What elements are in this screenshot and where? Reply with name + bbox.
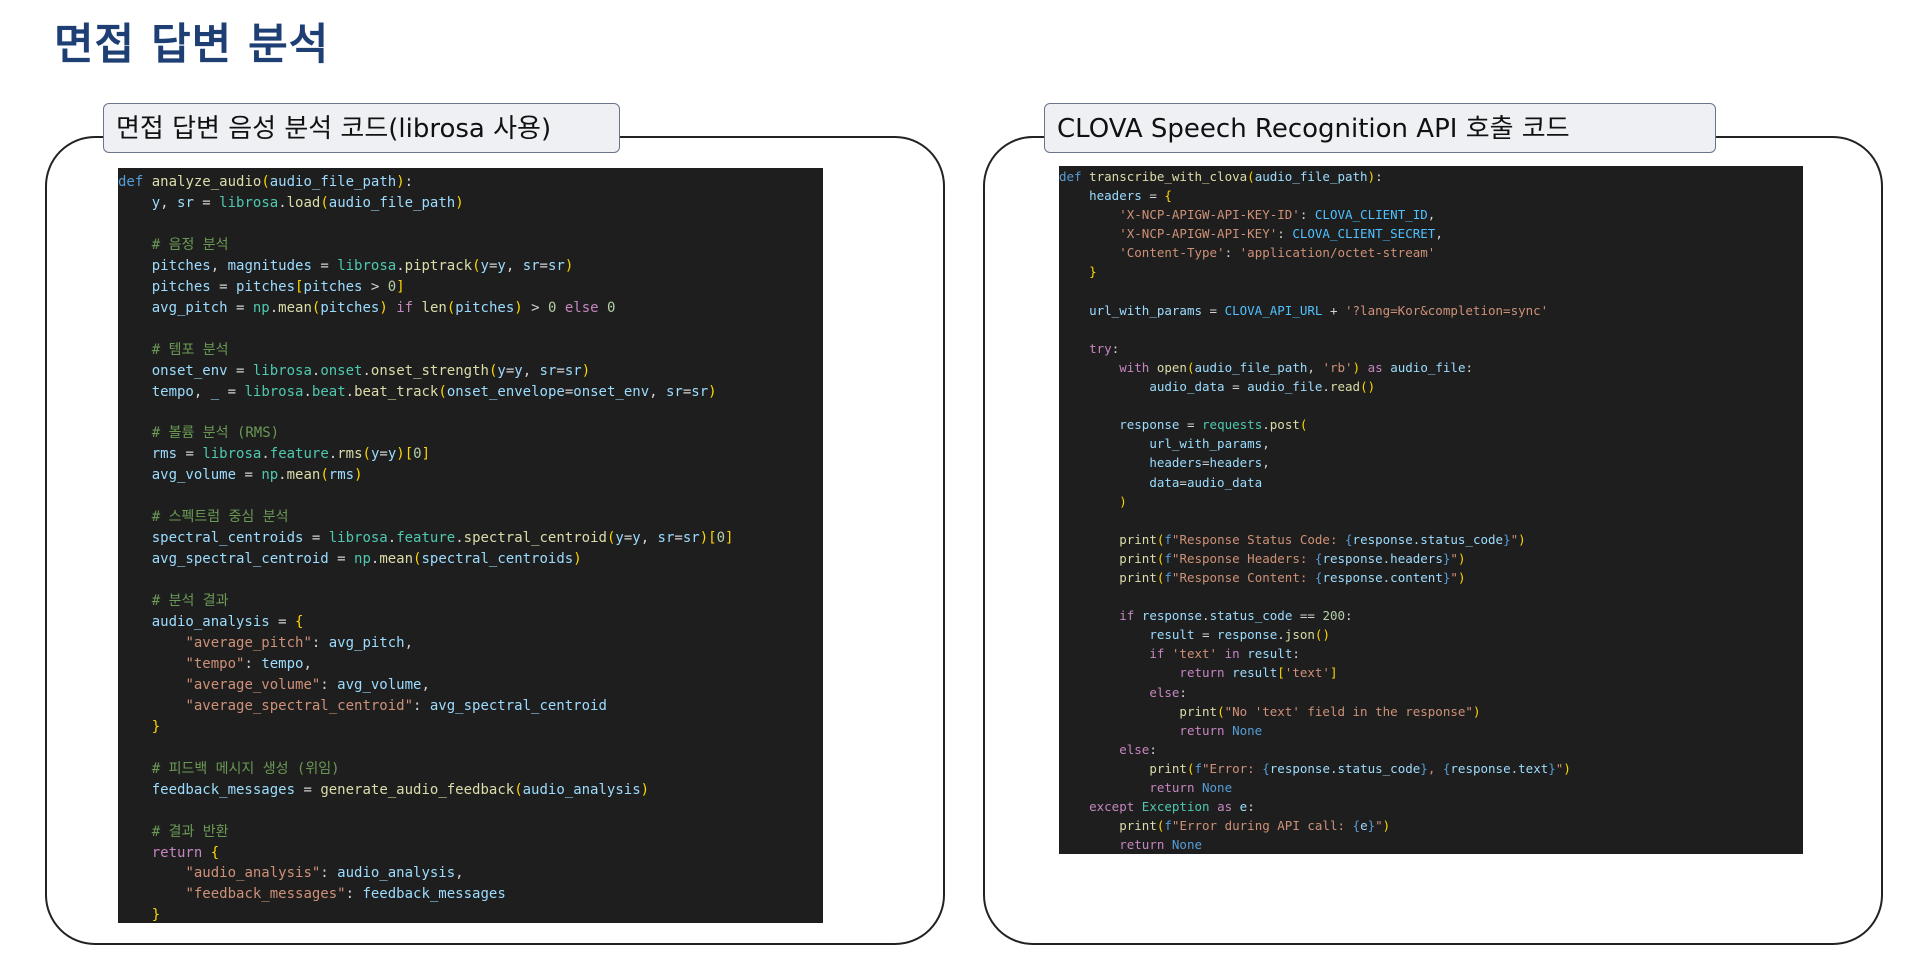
clova-code-line: print("No 'text' field in the response")	[1179, 703, 1481, 719]
clova-code-line: print(f"Response Content: {response.cont…	[1119, 569, 1466, 585]
clova-code-line: if 'text' in result:	[1149, 646, 1300, 662]
librosa-code-block: def analyze_audio(audio_file_path): y, s…	[118, 168, 823, 923]
librosa-code-line: # 결과 반환	[151, 823, 229, 840]
librosa-code-line: "feedback_messages": feedback_messages	[185, 886, 506, 903]
librosa-code-line: # 템포 분석	[151, 341, 229, 358]
clova-code-line: headers = {	[1089, 188, 1172, 204]
librosa-code-line: return {	[151, 844, 220, 861]
librosa-code-line: }	[151, 718, 161, 735]
librosa-code-line: # 분석 결과	[151, 593, 229, 610]
clova-code-line: }	[1089, 264, 1097, 280]
clova-code-block: def transcribe_with_clova(audio_file_pat…	[1059, 166, 1803, 854]
clova-code-line: )	[1119, 493, 1127, 509]
clova-code-line: result = response.json()	[1149, 627, 1330, 643]
clova-panel-label: CLOVA Speech Recognition API 호출 코드	[1044, 103, 1716, 153]
librosa-code-line: ​	[118, 570, 823, 591]
clova-code-line: return None	[1149, 780, 1233, 795]
clova-code-line: ​	[1059, 511, 1803, 530]
librosa-code-line: avg_volume = np.mean(rms)	[151, 467, 363, 484]
clova-code-line: response = requests.post(	[1119, 417, 1308, 433]
librosa-code-line: avg_pitch = np.mean(pitches) if len(pitc…	[151, 299, 616, 316]
librosa-code-line: feedback_messages = generate_audio_feedb…	[151, 781, 650, 798]
librosa-code-line: audio_analysis = {	[151, 614, 304, 631]
clova-code-line: print(f"Error during API call: {e}")	[1119, 818, 1391, 834]
clova-code-line: print(f"Error: {response.status_code}, {…	[1149, 760, 1571, 776]
clova-code-line: return result['text']	[1179, 665, 1338, 681]
page-title: 면접 답변 분석	[54, 20, 330, 70]
clova-code-line: return None	[1179, 722, 1263, 738]
librosa-code-line: onset_env = librosa.onset.onset_strength…	[151, 362, 591, 379]
clova-code-line: 'X-NCP-APIGW-API-KEY-ID': CLOVA_CLIENT_I…	[1119, 207, 1436, 223]
librosa-code-line: pitches, magnitudes = librosa.piptrack(y…	[151, 257, 574, 274]
librosa-code-line: spectral_centroids = librosa.feature.spe…	[151, 530, 734, 547]
librosa-code-line: rms = librosa.feature.rms(y=y)[0]	[151, 446, 431, 463]
librosa-code-line: }	[151, 907, 161, 923]
librosa-code-line: # 볼륨 분석 (RMS)	[151, 425, 280, 442]
librosa-code-line: ​	[118, 402, 823, 423]
clova-code-line: ​	[1059, 282, 1803, 301]
librosa-code-line: y, sr = librosa.load(audio_file_path)	[151, 194, 464, 211]
clova-code-line: if response.status_code == 200:	[1119, 608, 1353, 624]
librosa-code-line: tempo, _ = librosa.beat.beat_track(onset…	[151, 383, 717, 400]
librosa-code-line: "tempo": tempo,	[185, 655, 312, 672]
clova-code-line: print(f"Response Status Code: {response.…	[1119, 531, 1526, 547]
clova-code-line: 'Content-Type': 'application/octet-strea…	[1119, 245, 1436, 261]
clova-code-line: 'X-NCP-APIGW-API-KEY': CLOVA_CLIENT_SECR…	[1119, 226, 1443, 242]
clova-code-line: except Exception as e:	[1089, 799, 1255, 815]
clova-code-line: else:	[1119, 741, 1157, 757]
clova-code-line: else:	[1149, 684, 1187, 700]
clova-code-line: audio_data = audio_file.read()	[1149, 379, 1376, 395]
librosa-code-line: "audio_analysis": audio_analysis,	[185, 865, 464, 882]
clova-code-line: def transcribe_with_clova(audio_file_pat…	[1059, 169, 1383, 184]
clova-code-line: ​	[1059, 396, 1803, 415]
librosa-code-line: ​	[118, 486, 823, 507]
clova-code-line: try:	[1089, 340, 1120, 356]
librosa-code-line: avg_spectral_centroid = np.mean(spectral…	[151, 551, 582, 568]
librosa-code-line: "average_pitch": avg_pitch,	[185, 634, 414, 651]
librosa-code-line: # 스펙트럼 중심 분석	[151, 509, 289, 526]
clova-code-line: with open(audio_file_path, 'rb') as audi…	[1119, 359, 1474, 375]
librosa-code-line: ​	[118, 801, 823, 822]
clova-code-line: url_with_params = CLOVA_API_URL + '?lang…	[1089, 302, 1549, 318]
librosa-code-line: ​	[118, 214, 823, 235]
clova-code-line: data=audio_data	[1149, 474, 1263, 490]
librosa-panel-label: 면접 답변 음성 분석 코드(librosa 사용)	[103, 103, 620, 153]
clova-code-line: ​	[1059, 587, 1803, 606]
librosa-code-line: # 음정 분석	[151, 236, 229, 253]
clova-code-line: headers=headers,	[1149, 455, 1270, 471]
librosa-code-line: ​	[118, 738, 823, 759]
clova-code-line: ​	[1059, 320, 1803, 339]
librosa-code-line: ​	[118, 319, 823, 340]
clova-code-line: url_with_params,	[1149, 436, 1270, 452]
librosa-code-line: "average_spectral_centroid": avg_spectra…	[185, 697, 607, 714]
librosa-code-line: def analyze_audio(audio_file_path):	[118, 174, 414, 190]
librosa-code-line: # 피드백 메시지 생성 (위임)	[151, 760, 340, 777]
librosa-code-line: "average_volume": avg_volume,	[185, 676, 430, 693]
clova-code-line: return None	[1119, 837, 1203, 853]
clova-code-line: print(f"Response Headers: {response.head…	[1119, 550, 1466, 566]
librosa-code-line: pitches = pitches[pitches > 0]	[151, 278, 405, 295]
